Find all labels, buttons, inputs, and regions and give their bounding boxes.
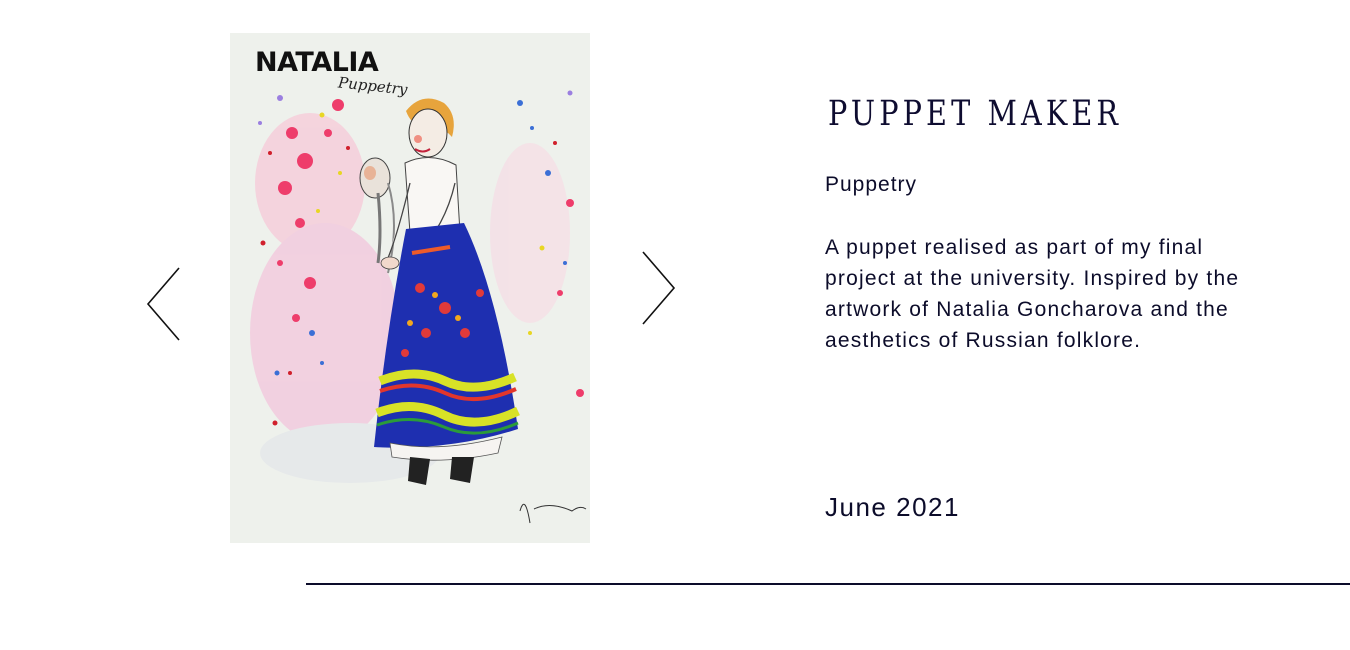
portfolio-slide: NATALIA Puppetry PUPPET MAKER Puppetry A… [0, 0, 1350, 650]
next-slide-button[interactable] [634, 248, 682, 328]
project-title: PUPPET MAKER [828, 94, 1123, 134]
chevron-left-icon [146, 267, 180, 341]
puppet-artwork-image: NATALIA Puppetry [230, 33, 590, 543]
previous-slide-button[interactable] [140, 264, 188, 344]
puppet-illustration [230, 33, 590, 543]
section-divider [306, 583, 1350, 585]
project-category: Puppetry [825, 173, 918, 196]
project-description: A puppet realised as part of my final pr… [825, 236, 1240, 352]
artwork-title: NATALIA [255, 47, 379, 78]
project-date: June 2021 [825, 492, 960, 522]
chevron-right-icon [642, 251, 676, 325]
